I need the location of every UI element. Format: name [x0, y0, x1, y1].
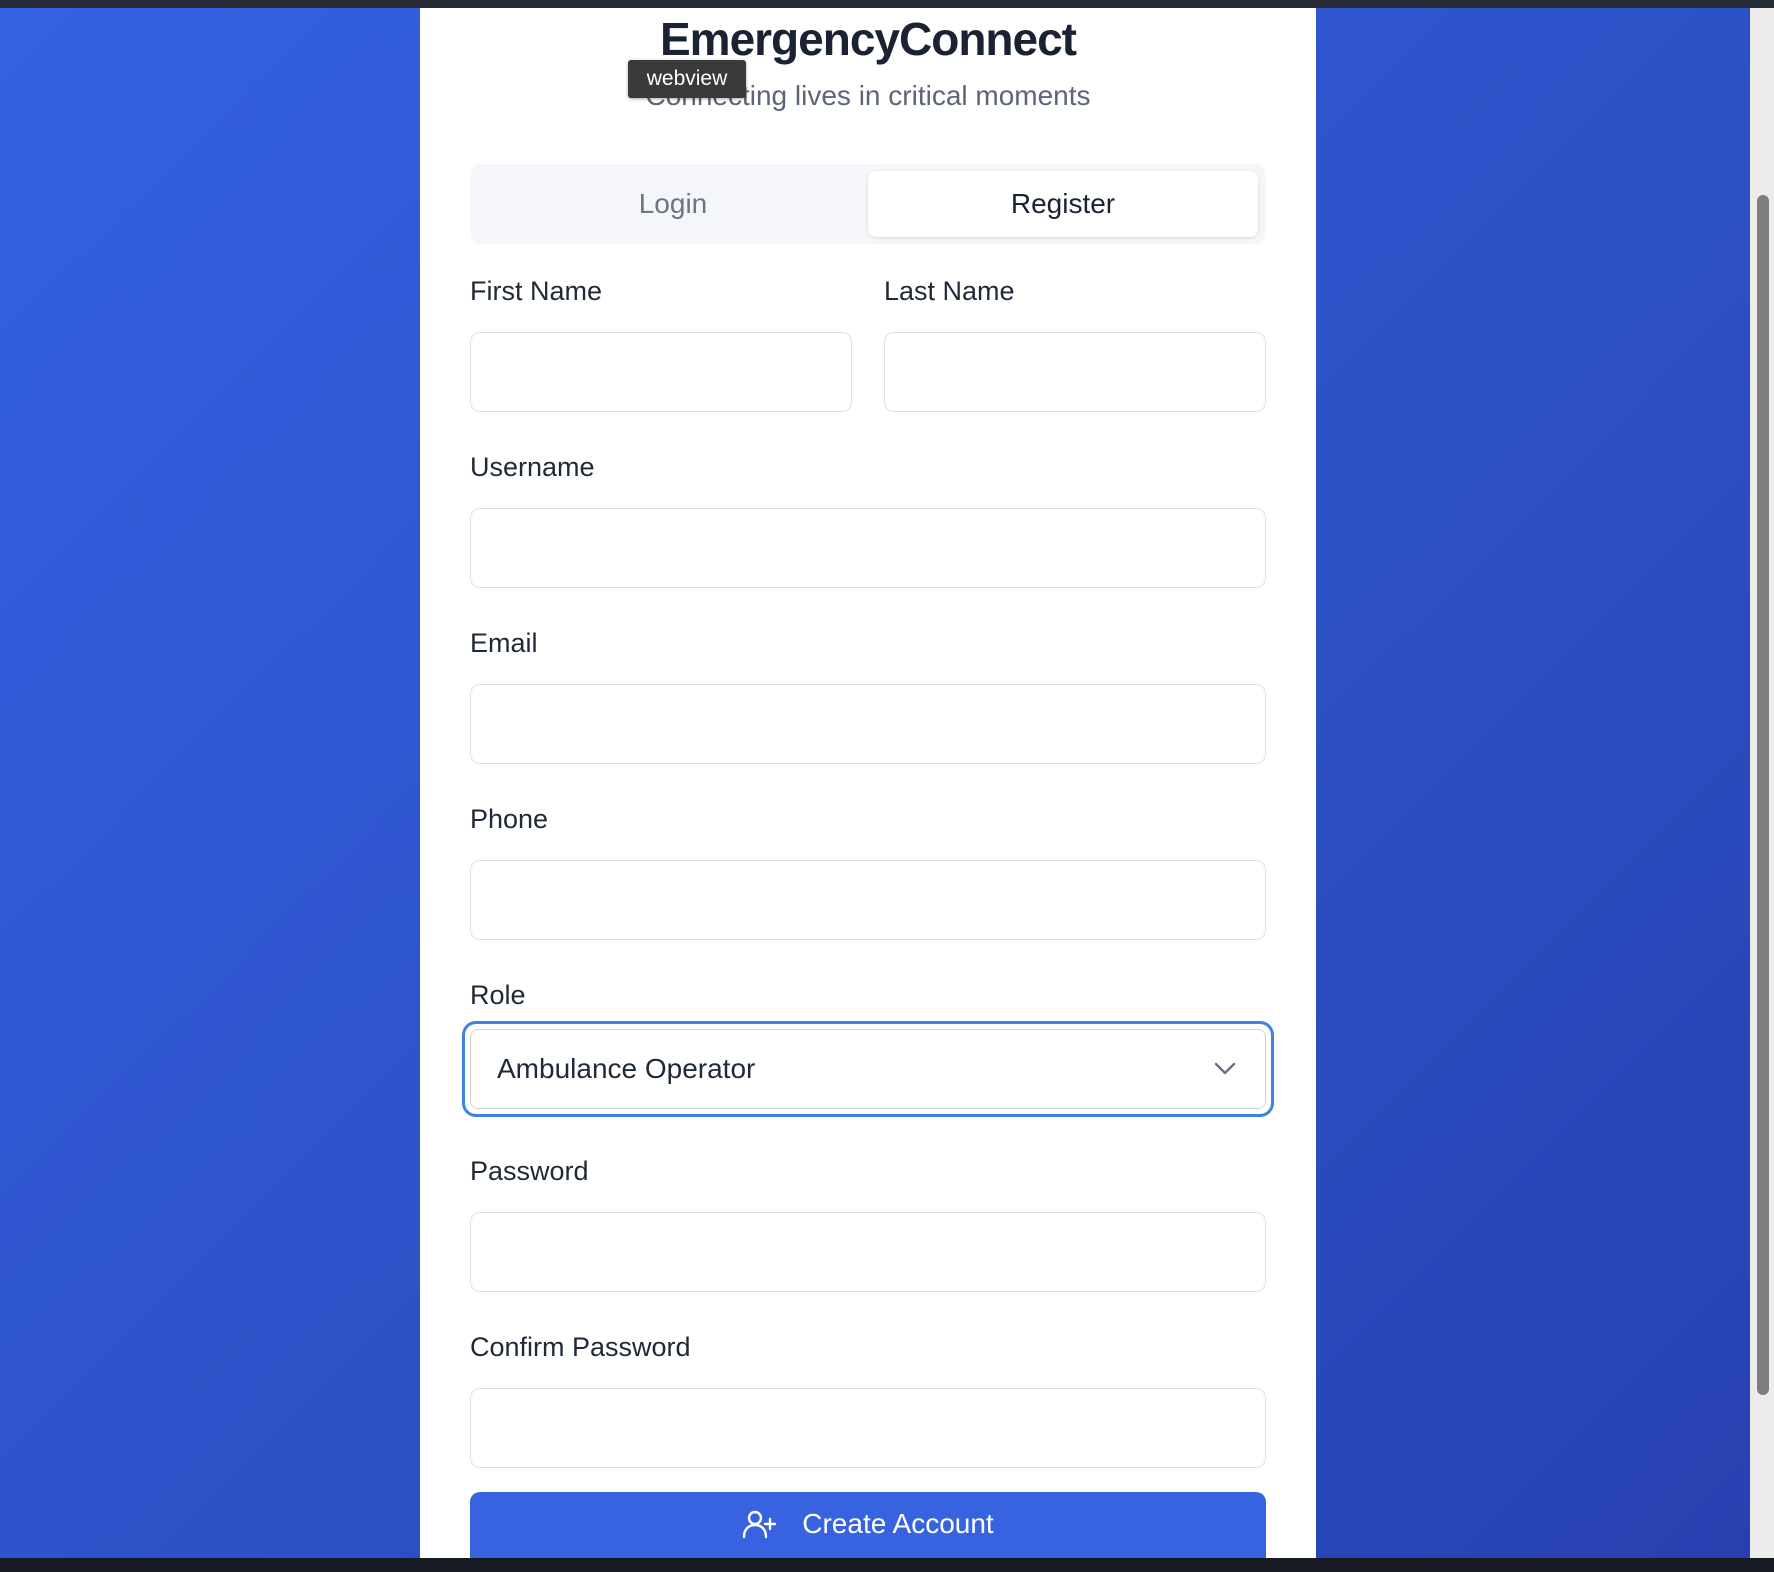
tab-login[interactable]: Login — [478, 171, 868, 237]
tab-register[interactable]: Register — [868, 171, 1258, 237]
scrollbar-thumb[interactable] — [1757, 195, 1769, 1395]
last-name-field[interactable] — [884, 332, 1266, 412]
role-selected-value: Ambulance Operator — [497, 1053, 756, 1084]
user-plus-icon — [743, 1510, 777, 1539]
password-field[interactable] — [470, 1212, 1266, 1292]
email-field[interactable] — [470, 684, 1266, 764]
password-label: Password — [470, 1156, 589, 1186]
chevron-down-icon — [1214, 1062, 1236, 1075]
webview-tooltip: webview — [628, 60, 746, 98]
app-title: EmergencyConnect — [659, 13, 1077, 65]
window-bottom-strip — [0, 1558, 1774, 1572]
first-name-field[interactable] — [470, 332, 852, 412]
auth-card: EmergencyConnect Connecting lives in cri… — [420, 8, 1316, 1558]
phone-label: Phone — [470, 804, 549, 834]
email-label: Email — [470, 628, 538, 658]
role-label: Role — [470, 980, 526, 1010]
auth-tabs: Login Register — [470, 164, 1266, 244]
username-label: Username — [470, 452, 595, 482]
phone-field[interactable] — [470, 860, 1266, 940]
last-name-label: Last Name — [884, 276, 1015, 306]
create-account-button[interactable]: Create Account — [470, 1492, 1266, 1558]
first-name-label: First Name — [470, 276, 603, 306]
confirm-password-label: Confirm Password — [470, 1332, 691, 1362]
role-select[interactable]: Ambulance Operator — [470, 1029, 1266, 1109]
window-top-strip — [0, 0, 1774, 8]
create-account-button-content: Create Account — [470, 1502, 1266, 1546]
create-account-label: Create Account — [802, 1508, 994, 1539]
username-field[interactable] — [470, 508, 1266, 588]
confirm-password-field[interactable] — [470, 1388, 1266, 1468]
app-subtitle: Connecting lives in critical moments — [645, 80, 1091, 111]
